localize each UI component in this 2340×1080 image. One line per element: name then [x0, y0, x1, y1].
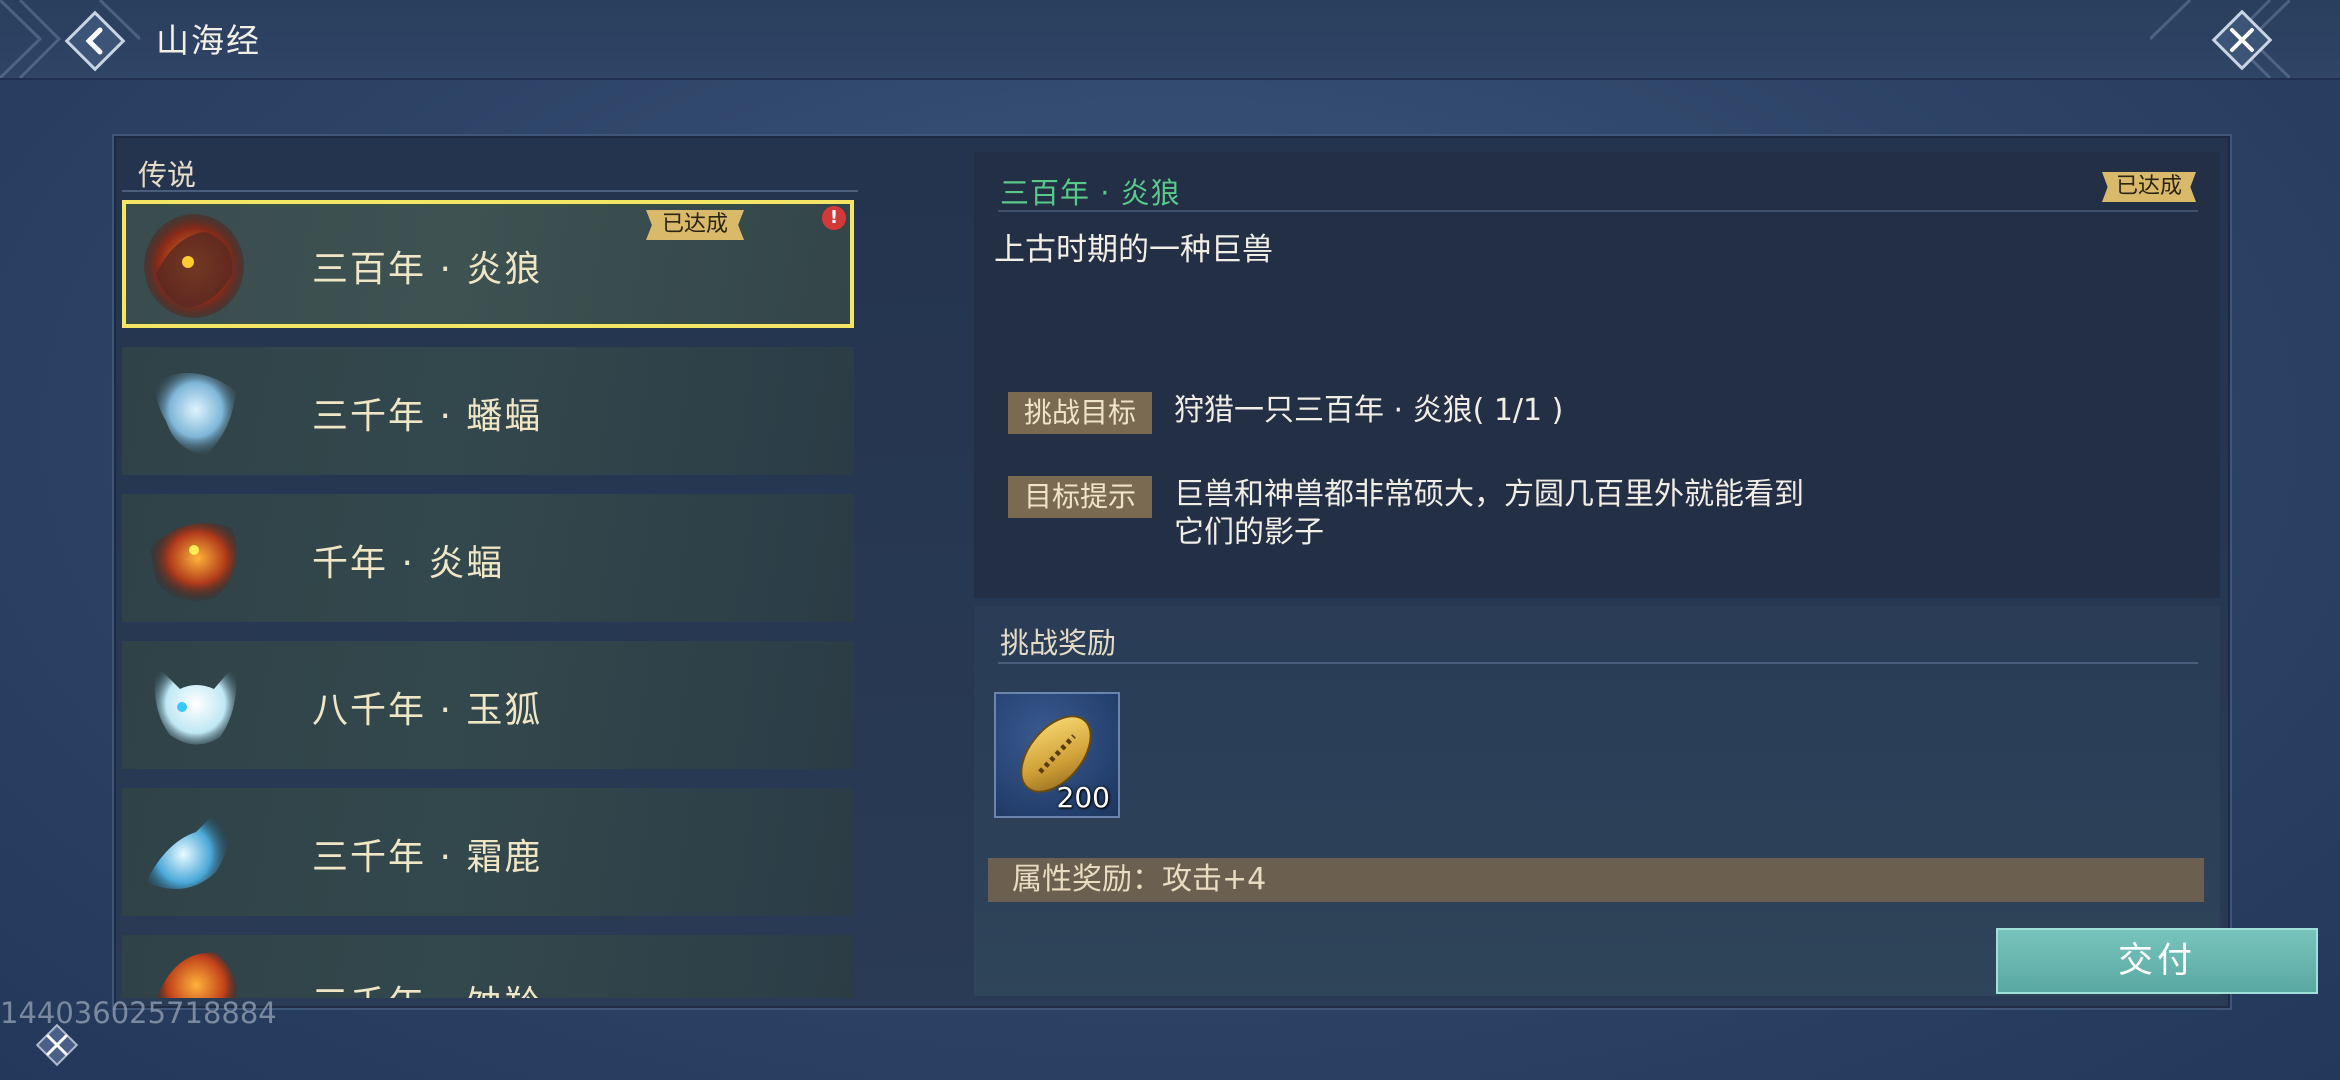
- jade-fox-portrait-icon: [154, 663, 237, 745]
- beast-list[interactable]: 三百年 · 炎狼 已达成 ! 三千年 · 蟠蝠 千年 · 炎蝠 八千年 · 玉狐…: [122, 200, 858, 998]
- challenge-text: 狩猎一只三百年 · 炎狼( 1/1 ): [1174, 393, 1564, 428]
- flame-bat-portrait-icon: [150, 523, 237, 601]
- crossed-swords-icon[interactable]: [34, 1022, 80, 1068]
- detail-title: 三百年 · 炎狼: [1000, 176, 1181, 210]
- detail-description: 上古时期的一种巨兽: [994, 232, 1273, 268]
- bestiary-list-column: 传说 三百年 · 炎狼 已达成 ! 三千年 · 蟠蝠 千年 · 炎蝠 八千年 ·…: [122, 142, 858, 998]
- list-item-jade-fox[interactable]: 八千年 · 玉狐: [122, 641, 854, 769]
- hint-label: 目标提示: [1008, 476, 1152, 518]
- rewards-panel: 挑战奖励 200 属性奖励：攻击+4 交付: [974, 606, 2318, 996]
- eclipse-antelope-portrait-icon: [156, 952, 237, 998]
- flame-wolf-portrait-icon: [144, 214, 244, 318]
- main-panel: 传说 三百年 · 炎狼 已达成 ! 三千年 · 蟠蝠 千年 · 炎蝠 八千年 ·…: [112, 134, 2318, 1010]
- back-button[interactable]: [62, 8, 128, 74]
- list-item-bat[interactable]: 三千年 · 蟠蝠: [122, 347, 854, 475]
- challenge-label: 挑战目标: [1008, 392, 1152, 434]
- back-arrow-icon: [64, 10, 126, 72]
- frost-deer-portrait-icon: [146, 802, 230, 890]
- detail-divider: [998, 210, 2198, 212]
- list-item-label: 三千年 · 蟠蝠: [312, 396, 543, 437]
- list-item-frost-deer[interactable]: 三千年 · 霜鹿: [122, 788, 854, 916]
- close-icon: [2211, 9, 2273, 71]
- rewards-title: 挑战奖励: [1000, 626, 1117, 660]
- reward-item-slot[interactable]: 200: [994, 692, 1120, 818]
- top-bar: 山海经: [0, 0, 2340, 80]
- list-item-eclipse-antelope[interactable]: 三千年 · 蚀羚: [122, 935, 854, 998]
- close-button[interactable]: [2208, 6, 2276, 74]
- hint-row: 目标提示 巨兽和神兽都非常硕大，方圆几百里外就能看到它们的影子: [1008, 476, 1814, 552]
- list-item-label: 三千年 · 霜鹿: [312, 837, 543, 878]
- list-item-label: 千年 · 炎蝠: [312, 543, 505, 584]
- list-item-label: 三千年 · 蚀羚: [312, 975, 542, 998]
- detail-completed-badge: 已达成: [2102, 172, 2197, 202]
- detail-panel: 三百年 · 炎狼 已达成 上古时期的一种巨兽 挑战目标 狩猎一只三百年 · 炎狼…: [974, 152, 2220, 598]
- section-title: 传说: [138, 158, 197, 192]
- hint-text: 巨兽和神兽都非常硕大，方圆几百里外就能看到它们的影子: [1174, 477, 1804, 550]
- list-item-label: 三百年 · 炎狼: [312, 249, 543, 290]
- reward-count: 200: [1056, 781, 1110, 814]
- rewards-divider: [998, 662, 2198, 664]
- list-item-label: 八千年 · 玉狐: [312, 690, 543, 731]
- submit-button[interactable]: 交付: [1996, 928, 2318, 994]
- section-divider: [122, 190, 858, 192]
- completed-badge: 已达成: [646, 210, 745, 240]
- list-item-flame-wolf[interactable]: 三百年 · 炎狼 已达成 !: [122, 200, 854, 328]
- page-title: 山海经: [156, 21, 261, 60]
- alert-icon: !: [822, 206, 846, 230]
- list-item-flame-bat[interactable]: 千年 · 炎蝠: [122, 494, 854, 622]
- ice-bat-portrait-icon: [155, 373, 236, 455]
- challenge-row: 挑战目标 狩猎一只三百年 · 炎狼( 1/1 ): [1008, 392, 1814, 434]
- attribute-reward-bar: 属性奖励：攻击+4: [988, 858, 2204, 902]
